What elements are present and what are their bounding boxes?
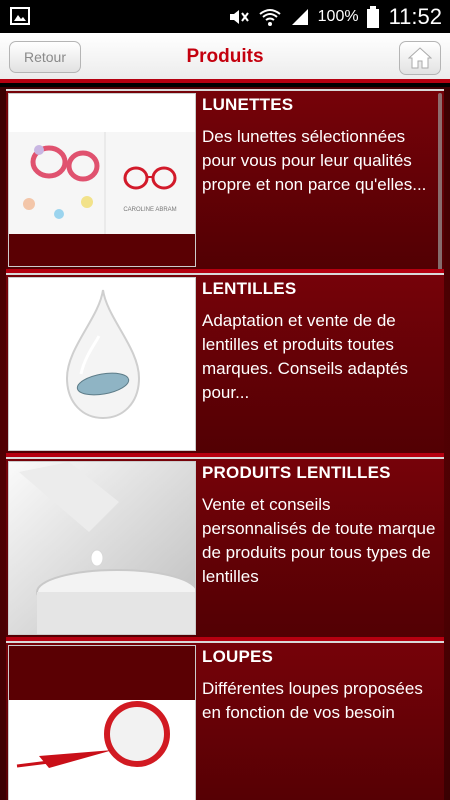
image-notification-icon bbox=[10, 7, 30, 25]
product-description: Adaptation et vente de de lentilles et p… bbox=[202, 311, 409, 402]
loupes-thumbnail bbox=[8, 645, 196, 800]
product-text: LOUPES Différentes loupes proposées en f… bbox=[202, 647, 440, 725]
lunettes-thumbnail: CAROLINE ABRAM bbox=[8, 93, 196, 267]
product-title: LENTILLES bbox=[202, 279, 297, 298]
product-title: LUNETTES bbox=[202, 95, 294, 114]
product-card-lentilles[interactable]: LENTILLES Adaptation et vente de de lent… bbox=[6, 273, 444, 457]
product-description: Différentes loupes proposées en fonction… bbox=[202, 679, 423, 722]
battery-percent: 100% bbox=[317, 7, 359, 25]
product-title: LOUPES bbox=[202, 647, 274, 666]
product-description: Vente et conseils personnalisés de toute… bbox=[202, 495, 436, 586]
home-icon bbox=[408, 47, 432, 69]
scrollbar[interactable] bbox=[438, 93, 442, 273]
wifi-icon bbox=[259, 8, 281, 26]
product-text: LUNETTES Des lunettes sélectionnées pour… bbox=[202, 95, 440, 197]
home-button[interactable] bbox=[399, 41, 441, 75]
page-title: Produits bbox=[186, 46, 264, 67]
product-list[interactable]: CAROLINE ABRAM LUNETTES Des lunettes sél… bbox=[0, 87, 450, 800]
thumb-caption: CAROLINE ABRAM bbox=[123, 207, 176, 213]
product-title: PRODUITS LENTILLES bbox=[202, 463, 391, 482]
clock: 11:52 bbox=[388, 3, 442, 29]
lentilles-thumbnail bbox=[8, 277, 196, 451]
app-bar: Retour Produits bbox=[0, 33, 450, 83]
signal-icon bbox=[291, 8, 308, 25]
product-text: PRODUITS LENTILLES Vente et conseils per… bbox=[202, 463, 440, 589]
product-description: Des lunettes sélectionnées pour vous pou… bbox=[202, 127, 427, 194]
status-bar: 100% 11:52 bbox=[0, 0, 450, 33]
product-text: LENTILLES Adaptation et vente de de lent… bbox=[202, 279, 440, 405]
product-card-produits-lentilles[interactable]: PRODUITS LENTILLES Vente et conseils per… bbox=[6, 457, 444, 641]
produits-lentilles-thumbnail bbox=[8, 461, 196, 635]
battery-icon bbox=[366, 5, 379, 28]
mute-icon bbox=[229, 9, 249, 24]
product-card-lunettes[interactable]: CAROLINE ABRAM LUNETTES Des lunettes sél… bbox=[6, 89, 444, 273]
product-card-loupes[interactable]: LOUPES Différentes loupes proposées en f… bbox=[6, 641, 444, 800]
